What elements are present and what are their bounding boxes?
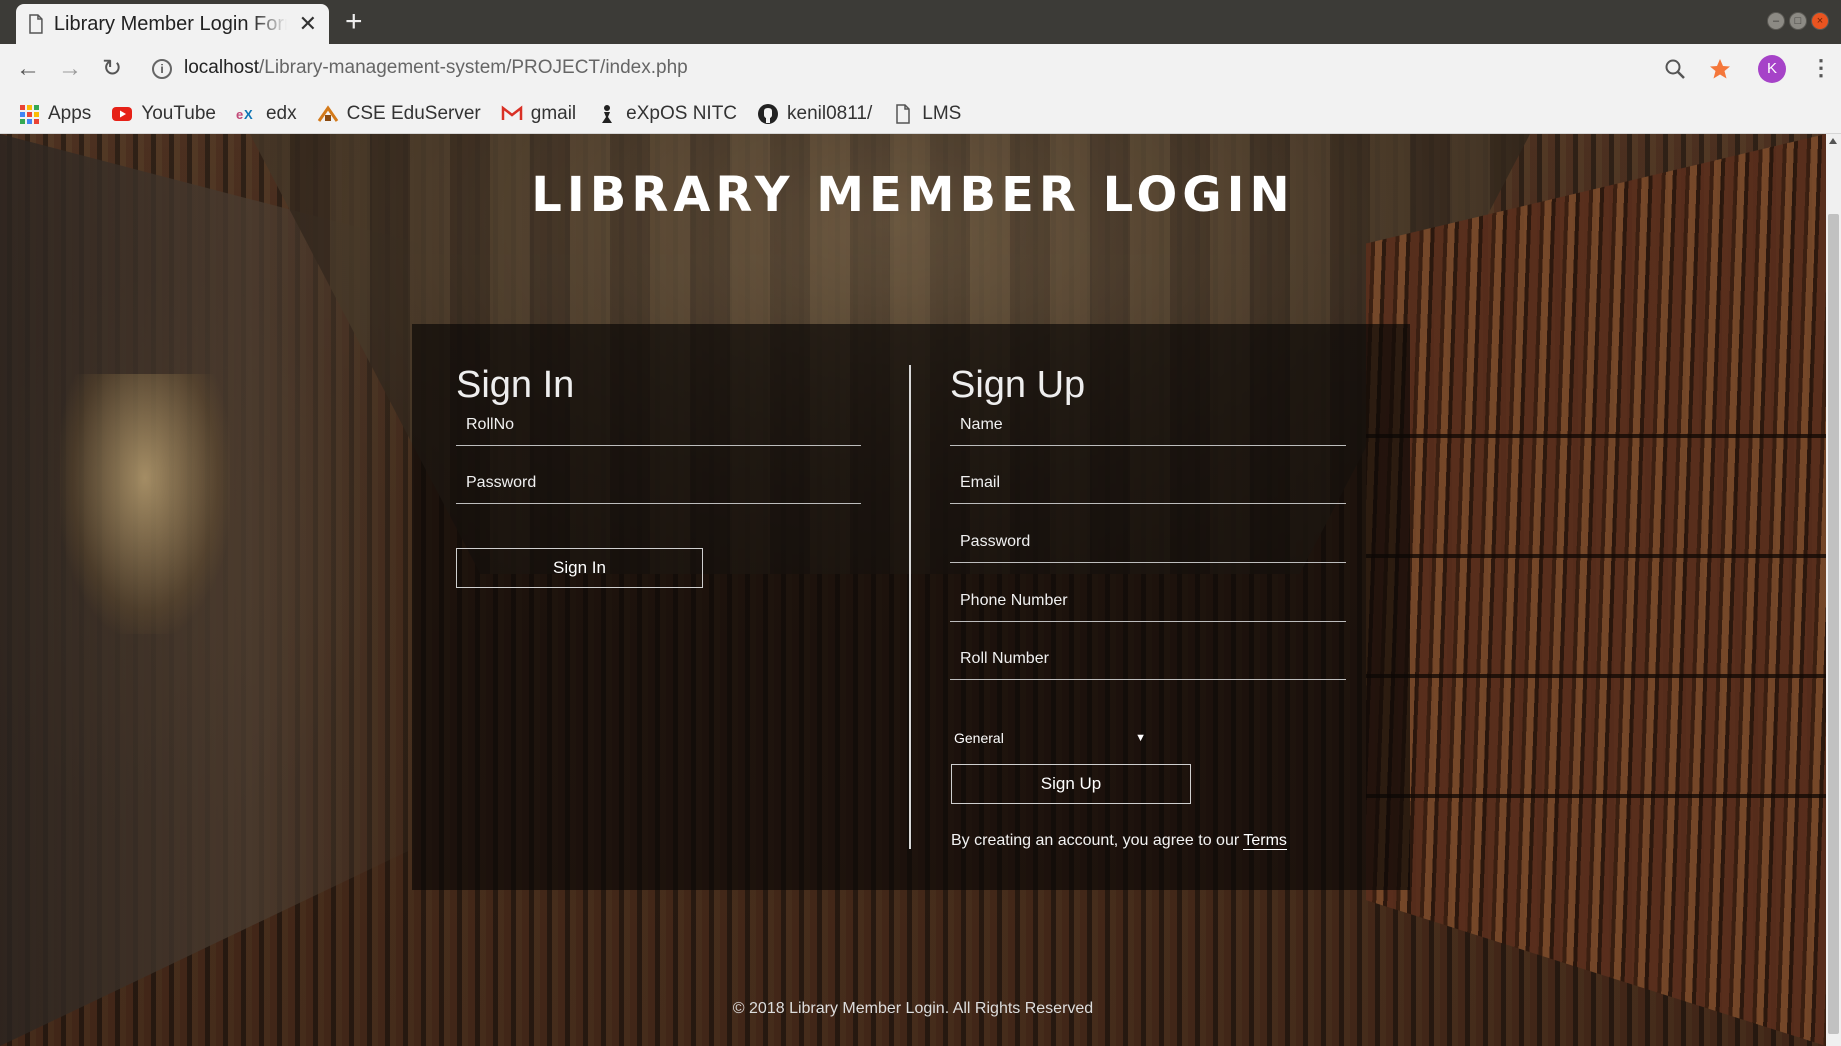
- zoom-icon[interactable]: [1664, 58, 1686, 80]
- scroll-thumb[interactable]: [1828, 214, 1839, 1034]
- background-bookshelves: [1366, 134, 1826, 1046]
- rollno-input[interactable]: [456, 404, 861, 445]
- roll-number-input[interactable]: [950, 638, 1346, 679]
- bookmark-label: gmail: [530, 102, 577, 124]
- page-viewport: LIBRARY MEMBER LOGIN Sign In Sign In Sig…: [0, 134, 1826, 1046]
- background-shelf: [1366, 794, 1826, 798]
- window-controls: – □ ×: [1767, 12, 1829, 30]
- bookmark-label: eXpOS NITC: [626, 102, 738, 124]
- signup-heading: Sign Up: [950, 364, 1086, 406]
- terms-text: By creating an account, you agree to our: [951, 832, 1244, 849]
- phone-input[interactable]: [950, 580, 1346, 621]
- bookmark-gmail[interactable]: gmail: [501, 103, 576, 125]
- reload-icon[interactable]: ↻: [98, 55, 126, 83]
- bookmark-label: kenil0811/: [787, 102, 873, 124]
- back-arrow-icon[interactable]: ←: [14, 55, 42, 83]
- signin-password-input[interactable]: [456, 462, 861, 503]
- maximize-window-button[interactable]: □: [1789, 12, 1807, 30]
- column-divider: [909, 365, 911, 849]
- close-tab-icon[interactable]: ✕: [299, 11, 317, 37]
- bookmark-label: Apps: [48, 102, 92, 124]
- page-icon: [29, 14, 43, 34]
- bookmark-expos-nitc[interactable]: eXpOS NITC: [596, 103, 737, 125]
- email-input[interactable]: [950, 462, 1346, 503]
- bookmark-cse-eduserver[interactable]: CSE EduServer: [317, 103, 481, 125]
- apps-grid-icon: [20, 104, 39, 124]
- signup-button[interactable]: Sign Up: [951, 764, 1191, 804]
- bookmark-label: edx: [265, 102, 297, 124]
- profile-avatar[interactable]: K: [1758, 55, 1786, 83]
- bookmark-apps[interactable]: Apps: [18, 103, 91, 125]
- tab-strip: Library Member Login Form ✕ + – □ ×: [0, 0, 1841, 44]
- signin-heading: Sign In: [456, 364, 575, 406]
- bookmark-youtube[interactable]: YouTube: [111, 103, 216, 125]
- gmail-icon: [501, 104, 522, 120]
- name-input[interactable]: [950, 404, 1346, 445]
- expos-icon: [602, 104, 613, 123]
- page-title: LIBRARY MEMBER LOGIN: [531, 167, 1295, 223]
- tab-title: Library Member Login Form: [53, 12, 287, 35]
- rollno-field[interactable]: [456, 404, 861, 446]
- github-icon: [758, 103, 779, 124]
- bookmark-star-icon[interactable]: [1708, 57, 1732, 81]
- signin-password-field[interactable]: [456, 462, 861, 504]
- footer-copyright: © 2018 Library Member Login. All Rights …: [732, 1000, 1094, 1017]
- minimize-window-button[interactable]: –: [1767, 12, 1785, 30]
- bookmark-label: LMS: [922, 102, 962, 124]
- category-select[interactable]: General ▼: [950, 722, 1150, 754]
- scroll-up-arrow-icon[interactable]: [1829, 138, 1837, 144]
- bookmark-github[interactable]: kenil0811/: [757, 103, 872, 125]
- dropdown-caret-icon: ▼: [1135, 732, 1146, 744]
- background-shelf: [1366, 674, 1826, 678]
- background-chandelier: [60, 374, 230, 634]
- background-shelf: [1366, 434, 1826, 438]
- url-path: /Library-management-system/PROJECT/index…: [259, 57, 688, 78]
- bookmark-label: YouTube: [141, 102, 216, 124]
- svg-text:X: X: [244, 107, 253, 122]
- email-field[interactable]: [950, 462, 1346, 504]
- forward-arrow-icon[interactable]: →: [56, 55, 84, 83]
- page-scrollbar[interactable]: [1826, 134, 1841, 1046]
- signup-password-field[interactable]: [950, 521, 1346, 563]
- signup-password-input[interactable]: [950, 521, 1346, 562]
- browser-toolbar: ← → ↻ i localhost/Library-management-sys…: [0, 44, 1841, 94]
- signin-button[interactable]: Sign In: [456, 548, 703, 588]
- site-info-icon[interactable]: i: [152, 59, 172, 79]
- edx-icon: e X: [236, 107, 253, 122]
- youtube-icon: [112, 106, 133, 121]
- terms-link[interactable]: Terms: [1243, 832, 1287, 850]
- menu-kebab-icon[interactable]: ⋮: [1810, 54, 1832, 82]
- svg-text:e: e: [236, 107, 243, 122]
- name-field[interactable]: [950, 404, 1346, 446]
- address-bar[interactable]: localhost/Library-management-system/PROJ…: [184, 57, 688, 79]
- login-panel: Sign In Sign In Sign Up General ▼ S: [412, 324, 1410, 890]
- page-icon: [896, 103, 910, 124]
- new-tab-button[interactable]: +: [345, 6, 363, 38]
- terms-notice: By creating an account, you agree to our…: [951, 832, 1287, 850]
- eduserver-icon: [317, 104, 338, 122]
- bookmark-label: CSE EduServer: [346, 102, 481, 124]
- phone-field[interactable]: [950, 580, 1346, 622]
- bookmark-edx[interactable]: e X edx: [236, 103, 297, 125]
- browser-tab[interactable]: Library Member Login Form ✕: [16, 4, 329, 44]
- category-selected-value: General: [954, 730, 1004, 746]
- close-window-button[interactable]: ×: [1811, 12, 1829, 30]
- bookmark-lms[interactable]: LMS: [892, 103, 961, 125]
- bookmarks-bar: Apps YouTube e X edx CSE EduServer gmail…: [0, 94, 1841, 134]
- roll-number-field[interactable]: [950, 638, 1346, 680]
- url-host: localhost: [184, 57, 259, 78]
- background-shelf: [1366, 554, 1826, 558]
